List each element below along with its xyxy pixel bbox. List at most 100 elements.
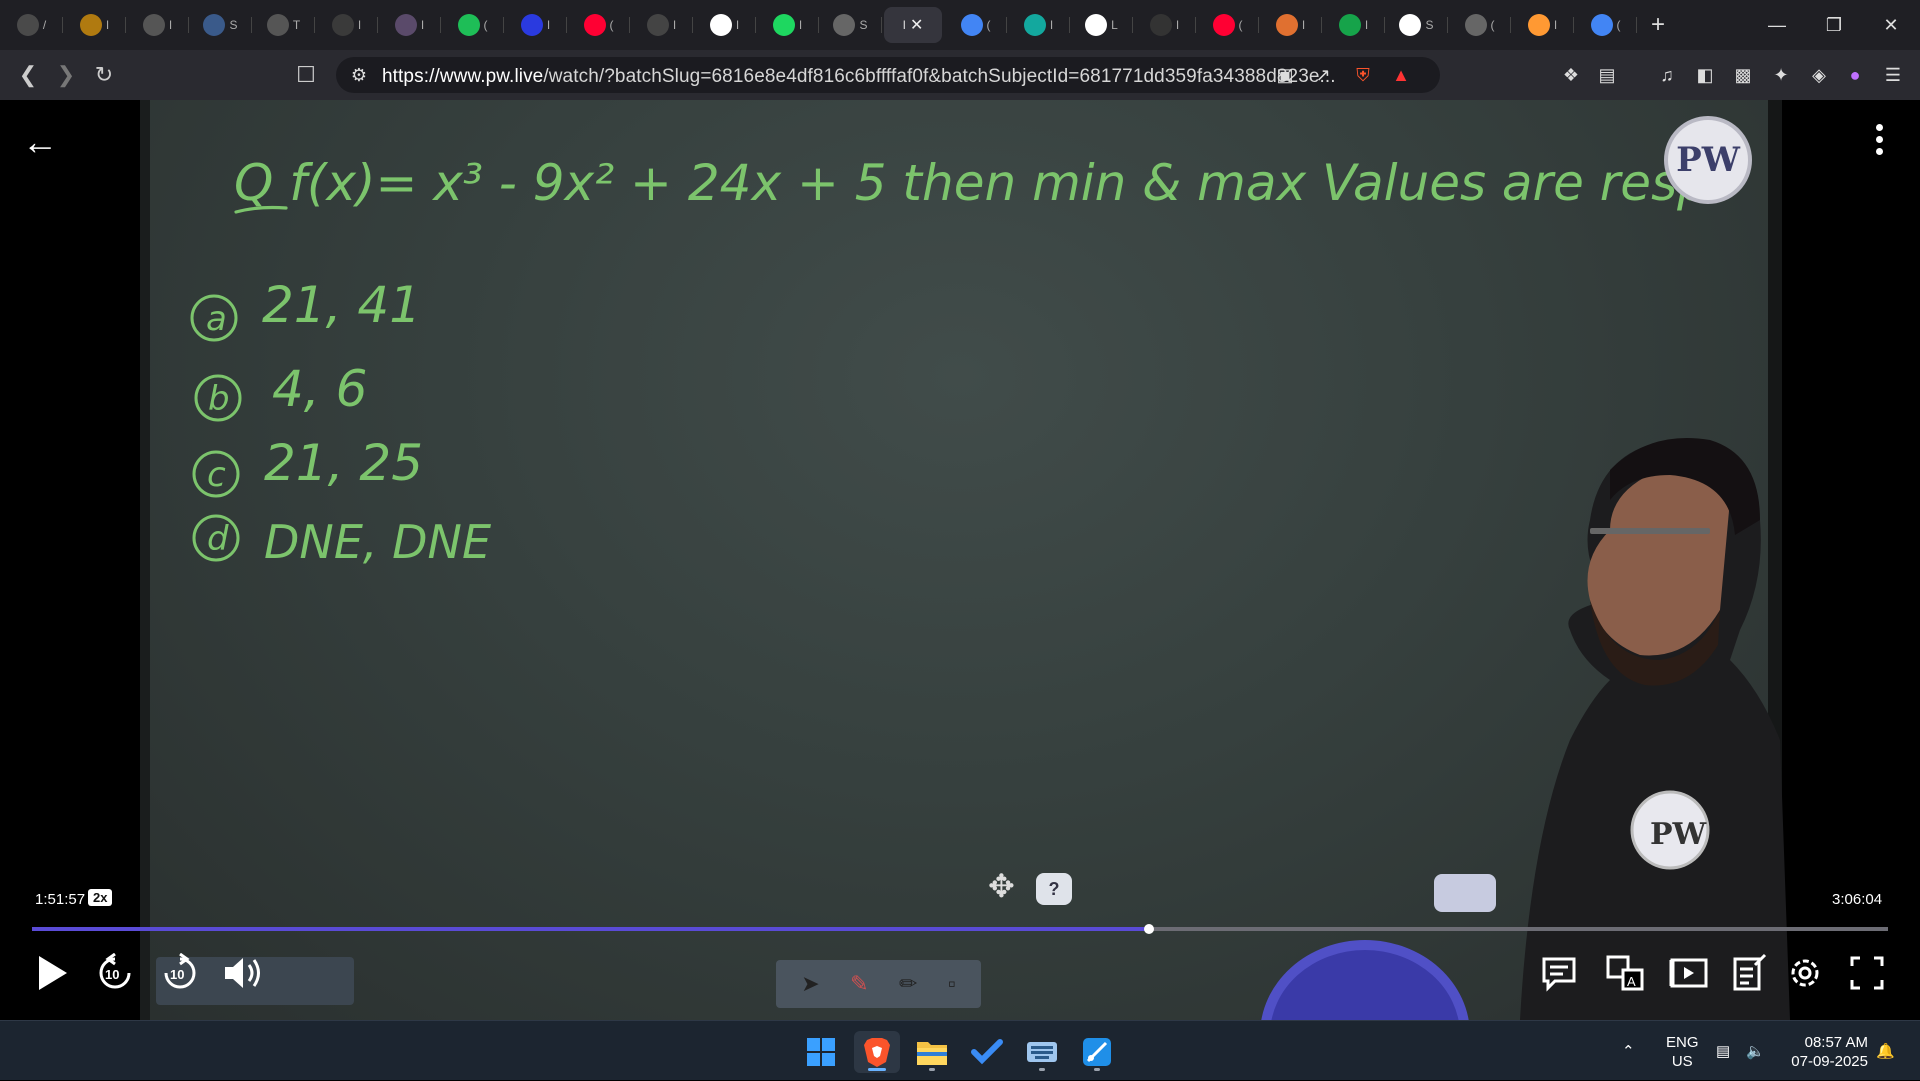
settings-button[interactable] (1780, 948, 1830, 998)
browser-tab[interactable]: I (126, 7, 189, 43)
browser-tab[interactable]: ( (1448, 7, 1511, 43)
eraser-tool-icon[interactable]: ▫ (948, 971, 956, 997)
browser-tab[interactable]: / (0, 7, 63, 43)
forward-button[interactable]: 10 (155, 948, 205, 998)
translate-button[interactable]: A (1600, 948, 1650, 998)
more-options-icon[interactable] (1864, 124, 1894, 164)
pen-tool-icon[interactable]: ✏ (899, 971, 917, 997)
sidebar-icon[interactable]: ◧ (1690, 60, 1720, 90)
watermark-badge (1434, 874, 1496, 912)
bookmark-icon[interactable]: ☐ (286, 50, 326, 100)
close-window-button[interactable]: ✕ (1862, 0, 1920, 50)
media-icon[interactable]: ♫ (1652, 60, 1682, 90)
browser-tab[interactable]: I (1133, 7, 1196, 43)
browser-tab[interactable]: ( (1574, 7, 1637, 43)
back-button[interactable]: ❮ (8, 50, 48, 100)
browser-tab[interactable]: I (1007, 7, 1070, 43)
leo-ai-icon[interactable]: ✦ (1766, 60, 1796, 90)
browser-tab[interactable]: I (693, 7, 756, 43)
youtube-icon (1212, 14, 1235, 36)
brave-icon[interactable] (854, 1031, 900, 1073)
chat-button[interactable] (1534, 948, 1584, 998)
language-indicator[interactable]: ENG US (1666, 1033, 1699, 1071)
tab-label: I (357, 18, 362, 32)
browser-tab[interactable]: I (630, 7, 693, 43)
browser-tab[interactable]: I (1322, 7, 1385, 43)
picture-in-picture-button[interactable] (1664, 948, 1714, 998)
playback-speed-badge[interactable]: 2x (88, 889, 113, 906)
browser-tab[interactable]: S (1385, 7, 1448, 43)
browser-tab[interactable]: I (63, 7, 126, 43)
reader-mode-icon[interactable]: ▤ (1592, 60, 1622, 90)
browser-tab[interactable]: I (1511, 7, 1574, 43)
notification-bell-icon[interactable]: 🔔 (1876, 1021, 1895, 1081)
menu-icon[interactable]: ☰ (1878, 60, 1908, 90)
browser-tab[interactable]: ( (1196, 7, 1259, 43)
browser-tab[interactable]: ( (567, 7, 630, 43)
extensions-icon[interactable]: ❖ (1556, 60, 1586, 90)
profile-icon (394, 14, 417, 36)
seek-bar[interactable] (32, 924, 1888, 934)
site-settings-icon[interactable]: ⚙ (344, 60, 374, 90)
close-tab-icon[interactable]: ✕ (910, 15, 923, 35)
move-icon[interactable]: ✥ (988, 867, 1015, 905)
tab-label: S (229, 18, 238, 32)
tab-label: I (1553, 18, 1558, 32)
profile-icon[interactable]: ● (1840, 60, 1870, 90)
fullscreen-button[interactable] (1842, 948, 1892, 998)
todo-icon[interactable] (964, 1031, 1010, 1073)
wallet-icon[interactable]: ▩ (1728, 60, 1758, 90)
share-icon[interactable]: ↗ (1308, 60, 1338, 90)
browser-tab[interactable]: I ✕ (884, 7, 942, 43)
brush-tool-icon[interactable]: ✎ (850, 971, 868, 997)
play-button[interactable] (28, 948, 78, 998)
option-c-key: c (207, 455, 226, 495)
back-arrow-icon[interactable]: ← (22, 122, 62, 162)
browser-tab[interactable]: I (756, 7, 819, 43)
tab-label: I (735, 18, 740, 32)
minimize-button[interactable]: — (1748, 0, 1806, 50)
file-explorer-icon[interactable] (909, 1031, 955, 1073)
reload-button[interactable]: ↻ (84, 50, 124, 100)
help-icon[interactable]: ? (1036, 873, 1072, 905)
language-code: ENG (1666, 1034, 1699, 1051)
forward-button[interactable]: ❯ (46, 50, 86, 100)
tab-label: I (105, 18, 110, 32)
rewind-button[interactable]: 10 (90, 948, 140, 998)
video-player[interactable]: Q f(x)= x³ - 9x² + 24x + 5 then min & ma… (0, 100, 1920, 1020)
address-bar[interactable]: ⚙ https://www.pw.live/watch/?batchSlug=6… (336, 57, 1440, 93)
settings-gear-icon (1791, 959, 1819, 987)
browser-tab[interactable]: I (378, 7, 441, 43)
restore-button[interactable]: ❐ (1805, 0, 1863, 50)
speaker-icon[interactable]: 🔈 (1746, 1021, 1765, 1081)
network-icon[interactable]: ▤ (1716, 1021, 1730, 1081)
cast-icon[interactable]: ▣ (1270, 60, 1300, 90)
system-clock[interactable]: 08:57 AM 07-09-2025 (1782, 1033, 1868, 1071)
browser-tab[interactable]: I (1259, 7, 1322, 43)
windows-start-icon[interactable] (798, 1031, 844, 1073)
browser-tab[interactable]: S (819, 7, 882, 43)
onscreen-keyboard-icon[interactable] (1019, 1031, 1065, 1073)
google-icon (1085, 14, 1108, 36)
tab-label: I (798, 18, 803, 32)
browser-tab[interactable]: L (1070, 7, 1133, 43)
tab-label: I (420, 18, 425, 32)
volume-button[interactable] (218, 948, 268, 998)
browser-tab[interactable]: T (252, 7, 315, 43)
vpn-icon[interactable]: ◈ (1804, 60, 1834, 90)
brave-shields-icon[interactable]: ⛨ (1348, 60, 1378, 90)
show-hidden-icons-icon[interactable]: ⌃ (1622, 1021, 1635, 1081)
brave-rewards-icon[interactable]: ▲ (1386, 60, 1416, 90)
wikipedia-icon (1399, 14, 1422, 36)
new-tab-button[interactable]: + (1637, 7, 1679, 43)
browser-tab[interactable]: S (189, 7, 252, 43)
gemini-icon (960, 14, 983, 36)
pointer-tool-icon[interactable]: ➤ (801, 971, 819, 997)
copilot-icon (1023, 14, 1046, 36)
browser-tab[interactable]: I (504, 7, 567, 43)
browser-tab[interactable]: ( (441, 7, 504, 43)
notes-button[interactable] (1724, 948, 1774, 998)
browser-tab[interactable]: ( (944, 7, 1007, 43)
snipping-tool-icon[interactable] (1074, 1031, 1120, 1073)
browser-tab[interactable]: I (315, 7, 378, 43)
